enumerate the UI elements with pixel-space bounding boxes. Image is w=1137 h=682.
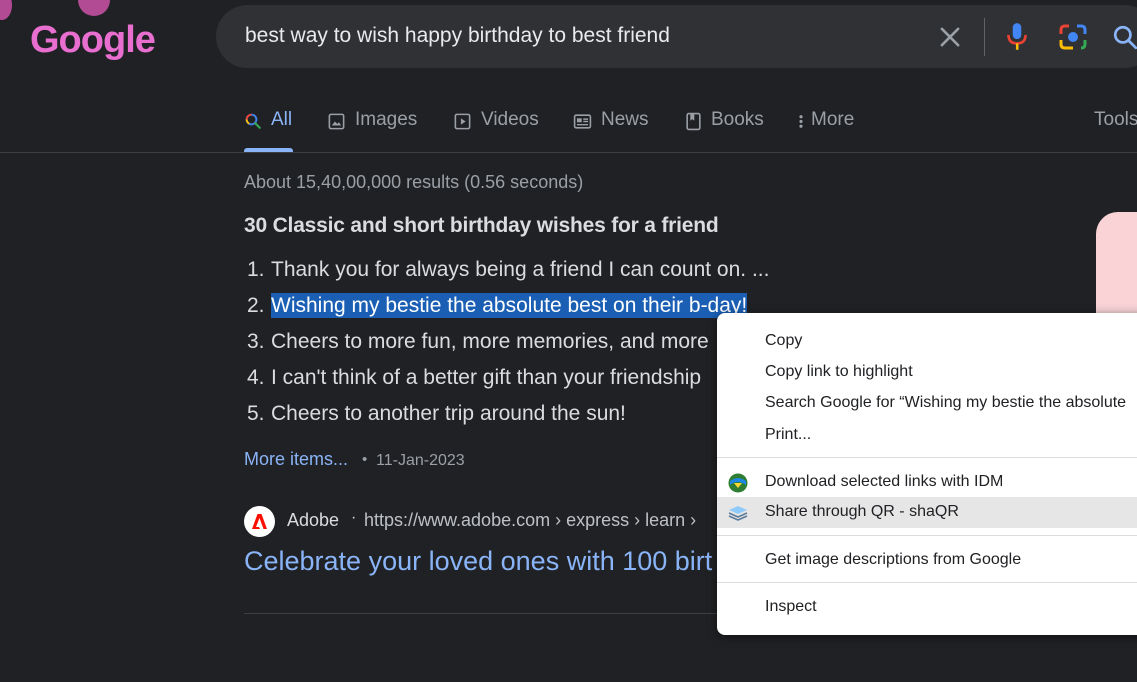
menu-item-print[interactable]: Print... [717,420,1137,451]
tab-label: Images [355,109,418,130]
menu-item-copy-link-to-highlight[interactable]: Copy link to highlight [717,357,1137,388]
site-separator: · [351,509,357,526]
menu-item-image-descriptions[interactable]: Get image descriptions from Google [717,545,1137,576]
list-text: I can't think of a better gift than your… [271,366,702,389]
idm-icon [728,473,748,493]
search-bar[interactable]: best way to wish happy birthday to best … [216,5,1137,68]
menu-separator [717,582,1137,583]
adobe-favicon[interactable] [244,506,275,537]
tab-label: Videos [481,109,539,130]
list-number: 1. [247,258,265,281]
list-item: 5. Cheers to another trip around the sun! [244,402,626,426]
top-balloon [78,0,112,16]
menu-item-search-google[interactable]: Search Google for “Wishing my bestie the… [717,388,1137,419]
logo-text: Google [30,19,156,61]
side-panel-image[interactable] [1096,212,1137,322]
tab-label: News [601,109,649,130]
list-text: Cheers to another trip around the sun! [271,402,626,425]
list-item: 2. Wishing my bestie the absolute best on… [244,293,748,318]
menu-item-label: Print... [765,426,812,443]
list-text: Cheers to more fun, more memories, and m… [271,330,709,353]
tabs-divider [0,152,1137,153]
tab-books[interactable]: Books [685,100,764,153]
search-tabs: All Images Videos News Books More Tools [0,100,1137,153]
result-title-link[interactable]: Celebrate your loved ones with 100 birt [244,546,712,577]
snippet-date: 11-Jan-2023 [376,452,465,469]
menu-item-copy[interactable]: Copy [717,326,1137,357]
google-logo[interactable]: Google [30,18,156,62]
menu-item-label: Download selected links with IDM [765,473,1004,490]
tab-label: Books [711,109,764,130]
tab-label: All [271,109,293,130]
play-icon [454,113,471,130]
news-icon [573,114,592,129]
book-icon [686,112,701,131]
menu-item-label: Copy [765,332,803,349]
shaqr-icon [728,506,748,521]
search-icon[interactable] [1112,24,1137,50]
menu-item-label: Copy link to highlight [765,363,913,380]
top-left-balloon [0,0,14,22]
image-icon [328,113,345,130]
search-icon [245,113,261,129]
clear-icon[interactable] [936,23,964,51]
list-number: 4. [247,366,265,389]
context-menu: Copy Copy link to highlight Search Googl… [717,313,1137,635]
list-number: 5. [247,402,265,425]
tab-images[interactable]: Images [327,100,417,153]
more-vert-icon [799,115,803,128]
list-item: 4. I can't think of a better gift than yo… [244,366,701,390]
tab-videos[interactable]: Videos [453,100,539,153]
menu-separator [717,535,1137,536]
menu-item-label: Get image descriptions from Google [765,551,1022,568]
list-number: 3. [247,330,265,353]
search-bar-divider [984,18,985,56]
result-stats: About 15,40,00,000 results (0.56 seconds… [244,172,584,192]
list-number: 2. [247,294,265,317]
menu-item-share-qr[interactable]: Share through QR - shaQR [717,497,1137,528]
tools-button[interactable]: Tools [1094,100,1137,153]
more-items-link[interactable]: More items... [244,449,348,470]
tab-all[interactable]: All [244,100,292,153]
search-input[interactable]: best way to wish happy birthday to best … [245,24,670,48]
list-item: 1. Thank you for always being a friend I … [244,258,769,282]
menu-item-label: Search Google for “Wishing my bestie the… [765,394,1127,411]
snippet-title: 30 Classic and short birthday wishes for… [244,214,719,237]
tab-more[interactable]: More [797,100,854,153]
menu-item-download-idm[interactable]: Download selected links with IDM [717,467,1137,498]
menu-separator [717,457,1137,458]
menu-item-label: Share through QR - shaQR [765,503,959,520]
site-url[interactable]: https://www.adobe.com › express › learn … [364,510,696,531]
menu-item-label: Inspect [765,598,817,615]
adobe-icon [252,514,267,529]
tab-news[interactable]: News [573,100,649,153]
google-lens-icon[interactable] [1058,22,1088,52]
menu-item-inspect[interactable]: Inspect [717,592,1137,623]
list-text: Thank you for always being a friend I ca… [271,258,770,281]
site-name: Adobe [287,510,340,530]
mic-icon[interactable] [1004,21,1030,53]
list-item: 3. Cheers to more fun, more memories, and… [244,330,709,354]
separator-dot: • [362,451,368,468]
selected-text[interactable]: Wishing my bestie the absolute best on t… [271,293,748,318]
tab-label: More [811,109,855,130]
tools-label: Tools [1094,109,1137,130]
